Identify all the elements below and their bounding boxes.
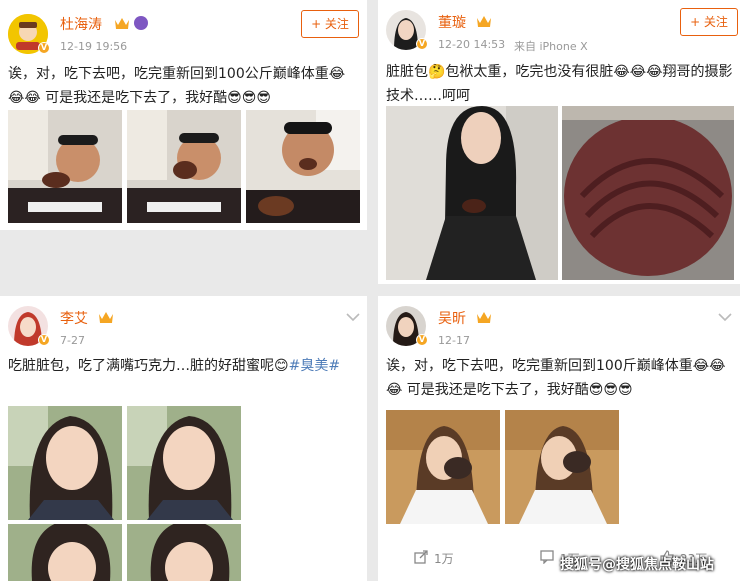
post-photo[interactable] bbox=[386, 410, 500, 524]
username[interactable]: 李艾 bbox=[60, 308, 88, 328]
chevron-down-icon[interactable] bbox=[346, 312, 360, 322]
photo-image bbox=[8, 406, 122, 520]
level-badge-icon bbox=[134, 16, 148, 30]
photo-image bbox=[127, 524, 241, 581]
chevron-down-icon[interactable] bbox=[718, 312, 732, 322]
photo-image bbox=[8, 524, 122, 581]
verified-badge-icon: V bbox=[38, 42, 50, 54]
post-photo[interactable] bbox=[246, 110, 360, 223]
post-time: 12-20 14:53 bbox=[438, 38, 506, 51]
post-text: 诶，对，吃下去吧，吃完重新回到100公斤巅峰体重😂😂😂 可是我还是吃下去了，我好… bbox=[8, 66, 346, 106]
post-time: 12-19 19:56 bbox=[60, 40, 128, 53]
post-photo[interactable] bbox=[8, 110, 122, 223]
weibo-post-card: V 董璇 12-20 14:53 来自 iPhone X + 关注 脏脏包🤔包袱… bbox=[378, 0, 740, 284]
photo-image bbox=[127, 110, 241, 223]
photo-image bbox=[246, 110, 360, 223]
post-photo[interactable] bbox=[386, 106, 558, 280]
post-text: 吃脏脏包，吃了满嘴巧克力…脏的好甜蜜呢😊#臭美# bbox=[8, 354, 360, 378]
photo-image bbox=[386, 106, 558, 280]
follow-button[interactable]: + 关注 bbox=[301, 10, 359, 38]
post-time: 7-27 bbox=[60, 334, 85, 347]
verified-badge-icon: V bbox=[38, 334, 50, 346]
post-text: 诶，对，吃下去吧，吃完重新回到100斤巅峰体重😂😂😂 可是我还是吃下去了，我好酷… bbox=[386, 358, 726, 398]
weibo-post-card: V 杜海涛 12-19 19:56 + 关注 诶，对，吃下去吧，吃完重新回到10… bbox=[0, 0, 367, 230]
photo-image bbox=[127, 406, 241, 520]
crown-icon bbox=[115, 18, 129, 29]
post-photo[interactable] bbox=[505, 410, 619, 524]
post-photo[interactable] bbox=[127, 406, 241, 520]
username[interactable]: 董璇 bbox=[438, 12, 466, 32]
hashtag-link[interactable]: #臭美# bbox=[289, 358, 340, 374]
post-text: 脏脏包🤔包袱太重，吃完也没有很脏😂😂😂翔哥的摄影技术……呵呵 bbox=[386, 64, 733, 104]
crown-icon bbox=[99, 312, 113, 323]
post-photo[interactable] bbox=[127, 524, 241, 581]
post-photo[interactable] bbox=[562, 106, 734, 280]
verified-badge-icon: V bbox=[416, 334, 428, 346]
verified-badge-icon: V bbox=[416, 38, 428, 50]
post-time: 12-17 bbox=[438, 334, 470, 347]
username[interactable]: 杜海涛 bbox=[60, 14, 102, 34]
weibo-post-card: V 吴昕 12-17 诶，对，吃下去吧，吃完重新回到100斤巅峰体重😂😂😂 可是… bbox=[378, 296, 740, 581]
post-source: 来自 iPhone X bbox=[514, 40, 588, 53]
photo-image bbox=[8, 110, 122, 223]
crown-icon bbox=[477, 312, 491, 323]
follow-button[interactable]: + 关注 bbox=[680, 8, 738, 36]
username[interactable]: 吴昕 bbox=[438, 308, 466, 328]
comment-icon[interactable] bbox=[540, 550, 554, 564]
post-photo[interactable] bbox=[8, 406, 122, 520]
watermark: 搜狐号@搜狐焦点鞍山站 bbox=[560, 557, 714, 573]
repost-count[interactable]: 1万 bbox=[434, 550, 454, 567]
crown-icon bbox=[477, 16, 491, 27]
post-text-main: 吃脏脏包，吃了满嘴巧克力…脏的好甜蜜呢😊 bbox=[8, 358, 289, 374]
photo-image bbox=[386, 410, 500, 524]
weibo-post-card: V 李艾 7-27 吃脏脏包，吃了满嘴巧克力…脏的好甜蜜呢😊#臭美# bbox=[0, 296, 367, 581]
repost-icon[interactable] bbox=[414, 550, 428, 564]
post-photo[interactable] bbox=[127, 110, 241, 223]
photo-image bbox=[505, 410, 619, 524]
post-photo[interactable] bbox=[8, 524, 122, 581]
photo-image bbox=[562, 106, 734, 280]
